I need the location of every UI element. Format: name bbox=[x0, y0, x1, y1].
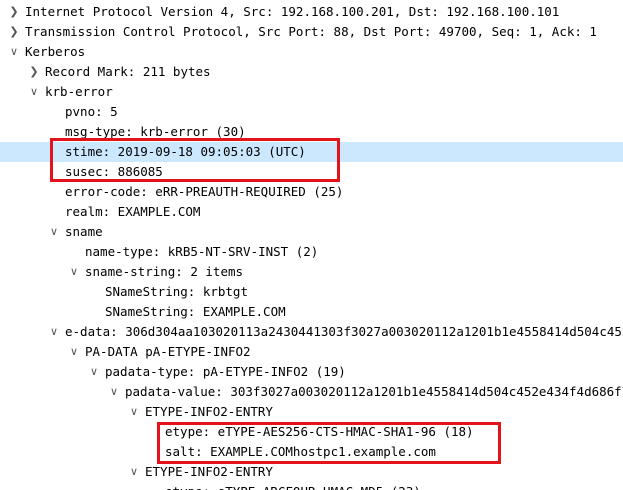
tree-row-label: salt: EXAMPLE.COMhostpc1.example.com bbox=[165, 444, 436, 459]
tree-row-label: ETYPE-INFO2-ENTRY bbox=[145, 464, 273, 479]
tree-row-krb-error[interactable]: ∨ krb-error bbox=[0, 82, 623, 102]
tree-row-kerberos[interactable]: ∨ Kerberos bbox=[0, 42, 623, 62]
tree-row-etype-info2-entry-1[interactable]: ∨ ETYPE-INFO2-ENTRY bbox=[0, 402, 623, 422]
tree-row-label: padata-type: pA-ETYPE-INFO2 (19) bbox=[105, 364, 346, 379]
chevron-down-icon[interactable]: ∨ bbox=[8, 42, 20, 62]
tree-row-label: Record Mark: 211 bytes bbox=[45, 64, 211, 79]
tree-row-label: stime: 2019-09-18 09:05:03 (UTC) bbox=[65, 144, 306, 159]
tree-row-label: ETYPE-INFO2-ENTRY bbox=[145, 404, 273, 419]
chevron-right-icon[interactable]: ❯ bbox=[28, 62, 40, 82]
tree-row-label: SNameString: krbtgt bbox=[105, 284, 248, 299]
chevron-down-icon[interactable]: ∨ bbox=[28, 82, 40, 102]
tree-row-etype-arcfour[interactable]: etype: eTYPE-ARCFOUR-HMAC-MD5 (23) bbox=[0, 482, 623, 490]
tree-row-label: pvno: 5 bbox=[65, 104, 118, 119]
tree-row-e-data[interactable]: ∨ e-data: 306d304aa103020113a2430441303f3… bbox=[0, 322, 623, 342]
chevron-down-icon[interactable]: ∨ bbox=[48, 322, 60, 342]
chevron-right-icon[interactable]: ❯ bbox=[8, 22, 20, 42]
chevron-right-icon[interactable]: ❯ bbox=[8, 2, 20, 22]
tree-row-label: sname-string: 2 items bbox=[85, 264, 244, 279]
chevron-down-icon[interactable]: ∨ bbox=[68, 262, 80, 282]
tree-row-msg-type[interactable]: msg-type: krb-error (30) bbox=[0, 122, 623, 142]
chevron-down-icon[interactable]: ∨ bbox=[88, 362, 100, 382]
tree-row-sname-string[interactable]: ∨ sname-string: 2 items bbox=[0, 262, 623, 282]
tree-row-realm[interactable]: realm: EXAMPLE.COM bbox=[0, 202, 623, 222]
tree-row-error-code[interactable]: error-code: eRR-PREAUTH-REQUIRED (25) bbox=[0, 182, 623, 202]
tree-row-label: SNameString: EXAMPLE.COM bbox=[105, 304, 286, 319]
tree-row-snamestring-krbtgt[interactable]: SNameString: krbtgt bbox=[0, 282, 623, 302]
tree-row-label: name-type: kRB5-NT-SRV-INST (2) bbox=[85, 244, 319, 259]
chevron-down-icon[interactable]: ∨ bbox=[128, 402, 140, 422]
tree-row-etype[interactable]: etype: eTYPE-AES256-CTS-HMAC-SHA1-96 (18… bbox=[0, 422, 623, 442]
tree-row-snamestring-example[interactable]: SNameString: EXAMPLE.COM bbox=[0, 302, 623, 322]
chevron-down-icon[interactable]: ∨ bbox=[108, 382, 120, 402]
tree-row-label: error-code: eRR-PREAUTH-REQUIRED (25) bbox=[65, 184, 344, 199]
tree-row-label: msg-type: krb-error (30) bbox=[65, 124, 246, 139]
tree-row-label: e-data: 306d304aa103020113a2430441303f30… bbox=[65, 324, 623, 339]
tree-row-padata-value[interactable]: ∨ padata-value: 303f3027a003020112a1201b1… bbox=[0, 382, 623, 402]
tree-row-padata-type[interactable]: ∨ padata-type: pA-ETYPE-INFO2 (19) bbox=[0, 362, 623, 382]
tree-row-salt[interactable]: salt: EXAMPLE.COMhostpc1.example.com bbox=[0, 442, 623, 462]
tree-row-etype-info2-entry-2[interactable]: ∨ ETYPE-INFO2-ENTRY bbox=[0, 462, 623, 482]
tree-row-pvno[interactable]: pvno: 5 bbox=[0, 102, 623, 122]
tree-row-ipv4[interactable]: ❯ Internet Protocol Version 4, Src: 192.1… bbox=[0, 2, 623, 22]
tree-row-label: etype: eTYPE-AES256-CTS-HMAC-SHA1-96 (18… bbox=[165, 424, 474, 439]
tree-row-pa-data[interactable]: ∨ PA-DATA pA-ETYPE-INFO2 bbox=[0, 342, 623, 362]
tree-row-stime[interactable]: stime: 2019-09-18 09:05:03 (UTC) bbox=[0, 142, 623, 162]
tree-row-label: padata-value: 303f3027a003020112a1201b1e… bbox=[125, 384, 623, 399]
tree-row-label: Internet Protocol Version 4, Src: 192.16… bbox=[25, 4, 560, 19]
tree-row-label: krb-error bbox=[45, 84, 113, 99]
tree-row-label: PA-DATA pA-ETYPE-INFO2 bbox=[85, 344, 251, 359]
tree-row-tcp[interactable]: ❯ Transmission Control Protocol, Src Port… bbox=[0, 22, 623, 42]
chevron-down-icon[interactable]: ∨ bbox=[128, 462, 140, 482]
chevron-down-icon[interactable]: ∨ bbox=[68, 342, 80, 362]
packet-details-tree[interactable]: ❯ Internet Protocol Version 4, Src: 192.1… bbox=[0, 0, 623, 490]
tree-row-label: sname bbox=[65, 224, 103, 239]
tree-row-record-mark[interactable]: ❯ Record Mark: 211 bytes bbox=[0, 62, 623, 82]
tree-row-sname[interactable]: ∨ sname bbox=[0, 222, 623, 242]
tree-row-label: susec: 886085 bbox=[65, 164, 163, 179]
tree-row-label: realm: EXAMPLE.COM bbox=[65, 204, 201, 219]
tree-row-label: etype: eTYPE-ARCFOUR-HMAC-MD5 (23) bbox=[165, 482, 421, 490]
chevron-down-icon[interactable]: ∨ bbox=[48, 222, 60, 242]
tree-row-label: Kerberos bbox=[25, 44, 86, 59]
tree-row-name-type[interactable]: name-type: kRB5-NT-SRV-INST (2) bbox=[0, 242, 623, 262]
tree-row-label: Transmission Control Protocol, Src Port:… bbox=[25, 24, 597, 39]
tree-row-susec[interactable]: susec: 886085 bbox=[0, 162, 623, 182]
